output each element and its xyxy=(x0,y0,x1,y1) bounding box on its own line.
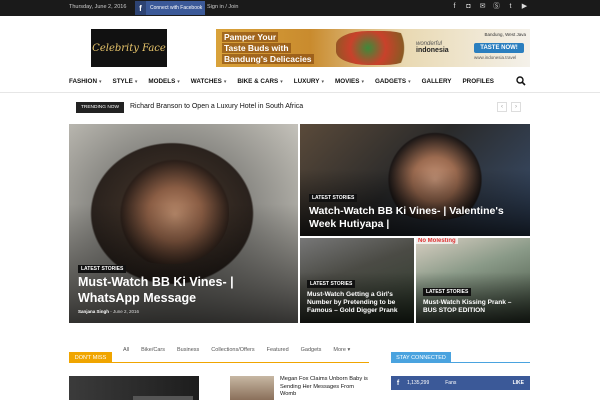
skype-icon[interactable]: Ⓢ xyxy=(493,3,500,11)
ad-location: Bandung, West Java xyxy=(484,32,526,37)
tab-collections-offers[interactable]: Collections/Offers xyxy=(211,347,254,353)
signin-link[interactable]: Sign in / Join xyxy=(207,4,239,10)
ad-line-3: Bandung's Delicacies xyxy=(222,54,314,64)
instagram-icon[interactable]: ◘ xyxy=(465,3,472,11)
logo-text: Celebrity Face xyxy=(92,42,166,54)
featured-main-byline: Sanjana Singh - June 2, 2016 xyxy=(78,309,140,314)
social-icons: f ◘ ✉ Ⓢ t ▶ xyxy=(451,3,528,11)
search-icon[interactable] xyxy=(516,76,526,86)
article-thumbnail[interactable] xyxy=(69,376,199,400)
featured-top-right-tile[interactable]: LATEST STORIES Watch-Watch BB Ki Vines- … xyxy=(300,124,530,236)
nav-item-fashion[interactable]: FASHION ▾ xyxy=(69,78,102,85)
nav-item-gadgets[interactable]: GADGETS ▾ xyxy=(375,78,411,85)
nav-item-profiles[interactable]: PROFILES xyxy=(462,78,494,85)
featured-main-title[interactable]: Must-Watch BB Ki Vines- | WhatsApp Messa… xyxy=(78,275,278,306)
chevron-down-icon: ▾ xyxy=(177,79,180,85)
ad-brand: wonderful indonesia xyxy=(416,41,449,54)
youtube-icon[interactable]: ▶ xyxy=(521,3,528,11)
chevron-down-icon: ▾ xyxy=(134,79,138,85)
chevron-down-icon: ▾ xyxy=(280,79,283,85)
nav-divider xyxy=(0,92,600,93)
ad-url: www.indonesia.travel xyxy=(474,55,517,60)
article-title[interactable]: Megan Fox Claims Unborn Baby is Sending … xyxy=(280,376,370,399)
ad-line-1: Pamper Your xyxy=(222,32,279,42)
dont-miss-tabs: All Bike/Cars Business Collections/Offer… xyxy=(123,347,350,353)
connect-facebook-label: Connect with Facebook xyxy=(150,5,203,11)
prev-arrow-icon[interactable]: ‹ xyxy=(497,102,507,112)
tab-more[interactable]: More ▾ xyxy=(333,347,350,353)
site-logo[interactable]: Celebrity Face xyxy=(91,29,167,67)
trending-arrows: ‹ › xyxy=(497,102,521,112)
post-date: June 2, 2016 xyxy=(113,309,140,314)
nav-item-watches[interactable]: WATCHES ▾ xyxy=(191,78,227,85)
chevron-down-icon: ▾ xyxy=(361,79,364,85)
facebook-fan-count: 1,135,299 xyxy=(407,380,430,386)
nav-item-bike-cars[interactable]: BIKE & CARS ▾ xyxy=(237,78,282,85)
prank-sign: No Molesting xyxy=(416,238,458,244)
facebook-icon[interactable]: f xyxy=(451,3,458,11)
facebook-icon: f xyxy=(135,1,146,15)
ad-food-image xyxy=(336,31,416,65)
chevron-down-icon: ▾ xyxy=(321,79,324,85)
nav-item-luxury[interactable]: LUXURY ▾ xyxy=(294,78,324,85)
featured-bottom-left-title[interactable]: Must-Watch Getting a Girl's Number by Pr… xyxy=(307,291,411,316)
chevron-down-icon: ▾ xyxy=(99,79,102,85)
mail-icon[interactable]: ✉ xyxy=(479,3,486,11)
featured-main-tile[interactable]: LATEST STORIES Must-Watch BB Ki Vines- |… xyxy=(69,124,298,323)
category-badge[interactable]: LATEST STORIES xyxy=(307,280,356,288)
top-bar: Thursday, June 2, 2016 f Connect with Fa… xyxy=(0,0,600,16)
trending-headline[interactable]: Richard Branson to Open a Luxury Hotel i… xyxy=(130,103,303,110)
dont-miss-divider xyxy=(69,362,369,363)
tab-bike-cars[interactable]: Bike/Cars xyxy=(141,347,165,353)
stay-connected-divider xyxy=(391,362,530,363)
ad-line-2: Taste Buds with xyxy=(222,43,291,53)
featured-bottom-left-tile[interactable]: LATEST STORIES Must-Watch Getting a Girl… xyxy=(300,238,414,323)
twitter-icon[interactable]: t xyxy=(507,3,514,11)
main-nav: FASHION ▾ STYLE ▾ MODELS ▾ WATCHES ▾ BIKE & … xyxy=(69,73,531,90)
tab-business[interactable]: Business xyxy=(177,347,199,353)
tab-gadgets[interactable]: Gadgets xyxy=(301,347,322,353)
featured-top-right-title[interactable]: Watch-Watch BB Ki Vines- | Valentine's W… xyxy=(309,205,509,231)
chevron-down-icon: ▾ xyxy=(223,79,227,85)
facebook-like-button[interactable]: LIKE xyxy=(513,380,524,386)
next-arrow-icon[interactable]: › xyxy=(511,102,521,112)
tab-featured[interactable]: Featured xyxy=(267,347,289,353)
facebook-fans-label: Fans xyxy=(445,380,457,386)
nav-item-style[interactable]: STYLE ▾ xyxy=(113,78,138,85)
trending-badge: TRENDING NOW xyxy=(76,102,124,113)
category-badge[interactable]: LATEST STORIES xyxy=(423,288,472,296)
nav-item-movies[interactable]: MOVIES ▾ xyxy=(335,78,364,85)
connect-facebook-button[interactable]: f Connect with Facebook xyxy=(135,1,205,15)
category-badge[interactable]: LATEST STORIES xyxy=(78,265,127,273)
facebook-icon: f xyxy=(396,379,400,387)
chevron-down-icon: ▾ xyxy=(347,347,351,353)
tab-all[interactable]: All xyxy=(123,347,129,353)
nav-item-models[interactable]: MODELS ▾ xyxy=(148,78,179,85)
category-badge[interactable]: LATEST STORIES xyxy=(309,194,358,202)
current-date: Thursday, June 2, 2016 xyxy=(69,4,127,10)
author-name[interactable]: Sanjana Singh xyxy=(78,309,109,314)
facebook-fans-row[interactable]: f 1,135,299 Fans LIKE xyxy=(391,376,530,390)
nav-item-gallery[interactable]: GALLERY xyxy=(422,78,452,85)
article-thumbnail[interactable] xyxy=(230,376,274,400)
featured-bottom-right-tile[interactable]: No Molesting LATEST STORIES Must-Watch K… xyxy=(416,238,530,323)
featured-bottom-right-title[interactable]: Must-Watch Kissing Prank – BUS STOP EDIT… xyxy=(423,299,527,315)
ad-banner[interactable]: Pamper Your Taste Buds with Bandung's De… xyxy=(216,29,530,67)
ad-cta-button[interactable]: TASTE NOW! xyxy=(474,43,524,53)
chevron-down-icon: ▾ xyxy=(408,79,411,85)
